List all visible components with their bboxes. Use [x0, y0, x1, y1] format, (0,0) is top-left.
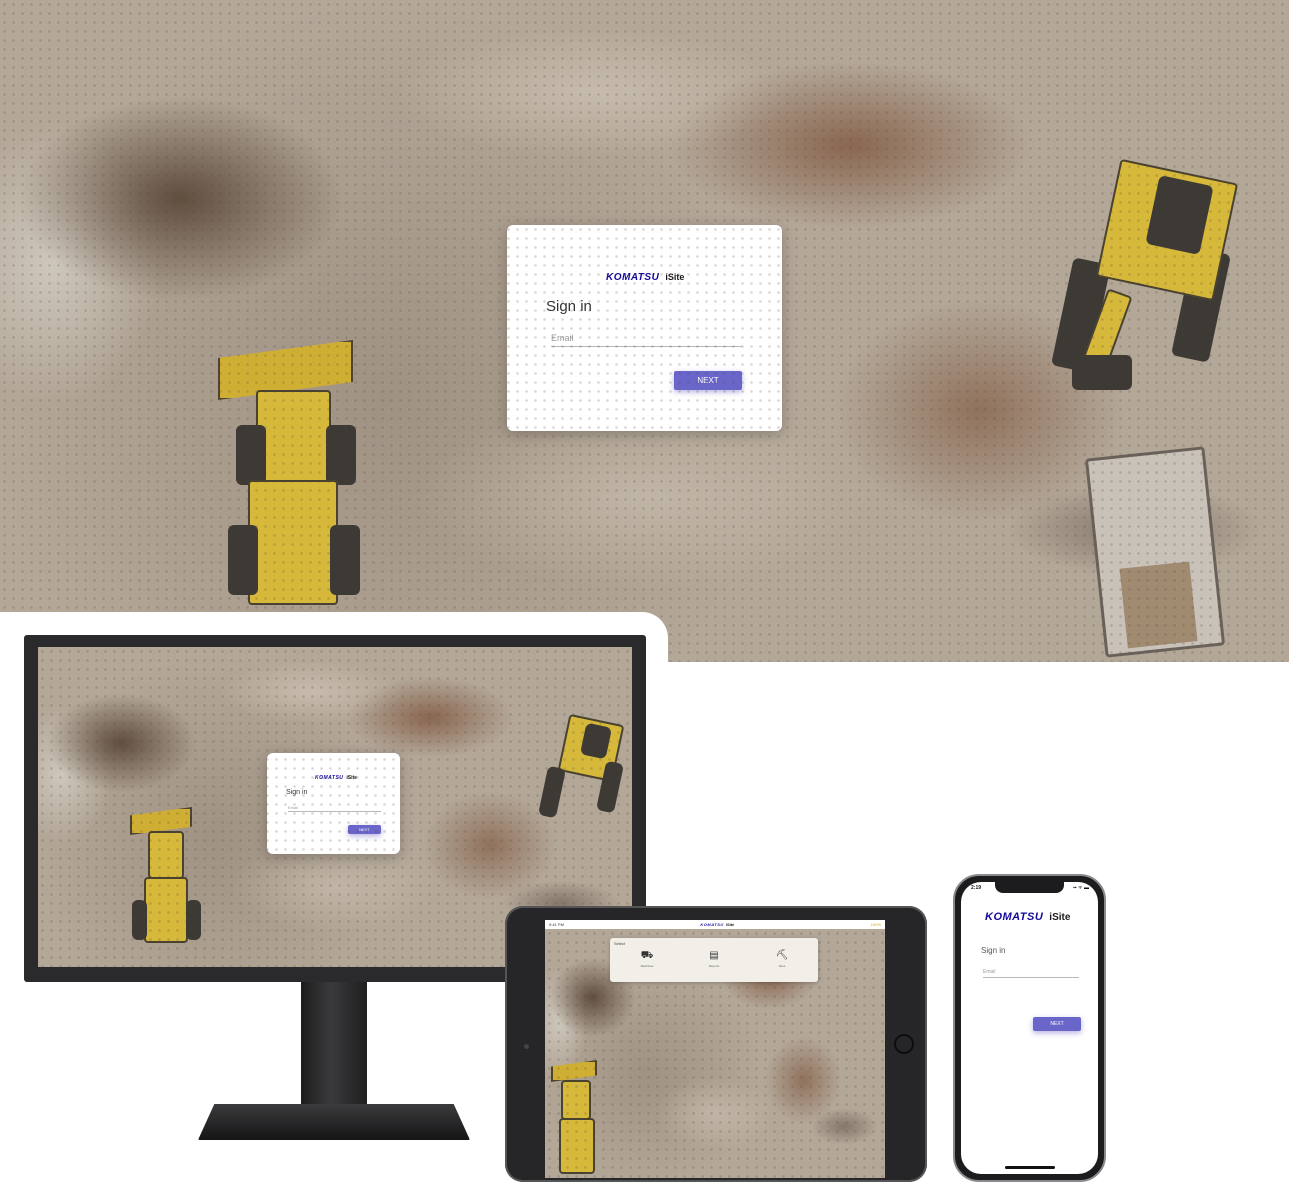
wheel-loader-image: [551, 1060, 607, 1178]
tablet-menu-label: Sites: [778, 964, 786, 968]
komatsu-isite-logo: KOMATSU iSite: [606, 272, 684, 283]
signin-title: Sign in: [981, 946, 1006, 955]
tablet-menu-item-machines[interactable]: ⛟ Machines: [632, 950, 662, 976]
tablet-status-bar: 9:41 PM KOMATSU iSite 100%: [545, 920, 885, 929]
phone-device: 2:19 ▪▪ ᯤ ▬ KOMATSU iSite Sign in NEXT: [953, 874, 1106, 1182]
tablet-camera: [524, 1044, 529, 1049]
signin-card: KOMATSU iSite Sign in NEXT: [507, 225, 782, 431]
komatsu-isite-logo: KOMATSU iSite: [700, 922, 734, 927]
excavator-image: [1050, 140, 1252, 400]
tablet-menu-item-reports[interactable]: ▤ Reports: [699, 950, 729, 976]
phone-status-time: 2:19: [971, 885, 982, 891]
tablet-screen: 9:41 PM KOMATSU iSite 100% Select ⛟ Mach…: [545, 920, 885, 1178]
logo-isite-text: iSite: [1049, 912, 1071, 923]
tablet-menu-label: Reports: [708, 964, 720, 968]
tablet-status-time: 9:41 PM: [549, 922, 564, 927]
tablet-menu-item-sites[interactable]: ⛏ Sites: [767, 950, 797, 976]
phone-status-icons: ▪▪ ᯤ ▬: [1073, 885, 1089, 891]
logo-komatsu-text: KOMATSU: [700, 922, 724, 927]
email-input[interactable]: [983, 967, 1079, 978]
phone-home-indicator: [1005, 1166, 1055, 1169]
logo-komatsu-text: KOMATSU: [606, 272, 660, 283]
wheel-loader-image: [218, 335, 388, 615]
monitor-stand-base: [198, 1104, 470, 1140]
logo-isite-text: iSite: [346, 775, 357, 781]
logo-komatsu-text: KOMATSU: [985, 911, 1044, 923]
phone-screen: 2:19 ▪▪ ᯤ ▬ KOMATSU iSite Sign in NEXT: [961, 882, 1098, 1174]
next-button[interactable]: NEXT: [348, 825, 381, 834]
email-input[interactable]: [288, 803, 381, 812]
tablet-home-button[interactable]: [894, 1034, 914, 1054]
logo-isite-text: iSite: [665, 272, 685, 282]
komatsu-isite-logo: KOMATSU iSite: [985, 911, 1070, 923]
signin-title: Sign in: [286, 789, 308, 796]
tablet-menu-title: Select: [614, 941, 626, 946]
tablet-device: 9:41 PM KOMATSU iSite 100% Select ⛟ Mach…: [505, 906, 927, 1182]
komatsu-isite-logo: KOMATSU iSite: [315, 775, 357, 781]
phone-notch: [995, 882, 1064, 893]
signin-card: KOMATSU iSite Sign in NEXT: [267, 753, 400, 854]
next-button[interactable]: NEXT: [674, 371, 742, 390]
excavator-image: [537, 707, 632, 827]
machine-icon: ⛟: [640, 950, 654, 961]
next-button[interactable]: NEXT: [1033, 1017, 1081, 1031]
site-icon: ⛏: [775, 950, 789, 961]
logo-isite-text: iSite: [725, 922, 735, 927]
tablet-status-battery: 100%: [870, 922, 881, 927]
tablet-selection-menu: Select ⛟ Machines ▤ Reports ⛏ Sites: [610, 938, 818, 982]
dump-truck-image: [1084, 446, 1226, 658]
hero-screenshot: KOMATSU iSite Sign in NEXT: [0, 0, 1289, 662]
logo-komatsu-text: KOMATSU: [315, 775, 344, 781]
tablet-menu-label: Machines: [640, 964, 654, 968]
monitor-stand-neck: [301, 982, 367, 1107]
signin-title: Sign in: [546, 298, 592, 315]
email-input[interactable]: [551, 329, 742, 347]
document-icon: ▤: [709, 950, 719, 961]
wheel-loader-image: [130, 805, 210, 955]
